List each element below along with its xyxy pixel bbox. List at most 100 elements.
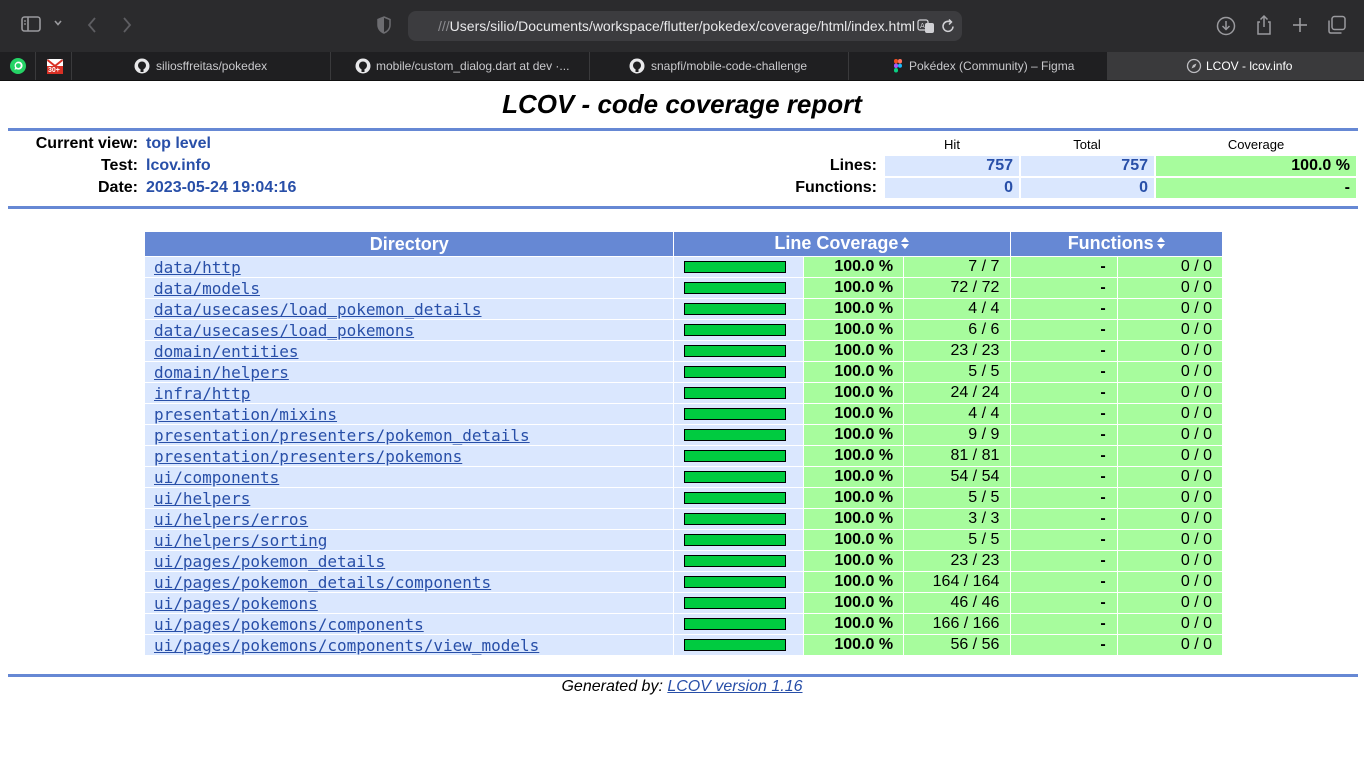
tab-overview-icon[interactable] (1327, 15, 1347, 35)
functions-hit-value: 0 (885, 178, 1019, 198)
forward-arrow-icon[interactable] (121, 16, 133, 34)
test-label: Test: (100, 157, 138, 174)
reload-icon[interactable] (941, 18, 955, 34)
table-row: ui/helpers/erros 100.0 % 3 / 3-0 / 0 (145, 509, 1222, 529)
top-divider (8, 128, 1358, 131)
function-count: 0 / 0 (1117, 551, 1222, 571)
hit-column-header: Hit (944, 137, 960, 152)
coverage-bar-cell (674, 509, 803, 529)
directory-link[interactable]: data/http (154, 258, 241, 277)
directory-link[interactable]: presentation/mixins (154, 405, 337, 424)
github-icon (355, 58, 371, 74)
function-coverage-percent: - (1011, 551, 1117, 571)
share-icon[interactable] (1255, 14, 1273, 36)
lines-coverage-value: 100.0 % (1156, 156, 1356, 176)
directory-link[interactable]: ui/pages/pokemons/components/view_models (154, 636, 539, 655)
coverage-bar (684, 324, 787, 336)
function-coverage-percent: - (1011, 257, 1117, 277)
downloads-icon[interactable] (1216, 16, 1236, 36)
line-count: 46 / 46 (904, 593, 1011, 613)
sort-icon[interactable] (1156, 234, 1166, 255)
coverage-bar-fill (685, 535, 786, 545)
directory-link[interactable]: presentation/presenters/pokemon_details (154, 426, 530, 445)
coverage-bar (684, 387, 787, 399)
address-bar[interactable]: ///Users/silio/Documents/workspace/flutt… (408, 11, 962, 41)
coverage-bar-cell (674, 299, 803, 319)
sort-icon[interactable] (900, 234, 910, 255)
table-row: infra/http 100.0 % 24 / 24-0 / 0 (145, 383, 1222, 403)
directory-link[interactable]: ui/pages/pokemons (154, 594, 318, 613)
functions-column-header[interactable]: Functions (1011, 232, 1222, 256)
coverage-bar (684, 492, 787, 504)
tab-label: snapfi/mobile-code-challenge (651, 59, 808, 73)
line-count: 5 / 5 (904, 530, 1011, 550)
coverage-bar-fill (685, 430, 786, 440)
line-coverage-column-header[interactable]: Line Coverage (674, 232, 1011, 256)
directory-cell: ui/pages/pokemon_details (145, 551, 674, 571)
directory-cell: ui/pages/pokemons/components/view_models (145, 635, 674, 655)
tab-github-custom-dialog[interactable]: mobile/custom_dialog.dart at dev ·... (331, 52, 590, 80)
directory-link[interactable]: ui/helpers/erros (154, 510, 308, 529)
table-row: ui/pages/pokemon_details 100.0 % 23 / 23-0… (145, 551, 1222, 571)
lcov-version-link[interactable]: LCOV version 1.16 (667, 678, 802, 695)
coverage-bar-fill (685, 619, 786, 629)
coverage-bar-fill (685, 262, 786, 272)
line-coverage-percent: 100.0 % (803, 383, 904, 403)
coverage-bar-cell (674, 614, 803, 634)
coverage-bar-cell (674, 530, 803, 550)
table-row: presentation/presenters/pokemon_details 1… (145, 425, 1222, 445)
directory-link[interactable]: domain/entities (154, 342, 299, 361)
tab-lcov-active[interactable]: LCOV - lcov.info (1108, 52, 1364, 80)
function-coverage-percent: - (1011, 530, 1117, 550)
directory-link[interactable]: ui/pages/pokemons/components (154, 615, 424, 634)
function-coverage-percent: - (1011, 593, 1117, 613)
tab-github-pokedex[interactable]: siliosffreitas/pokedex (72, 52, 331, 80)
line-coverage-percent: 100.0 % (803, 278, 904, 298)
function-coverage-percent: - (1011, 299, 1117, 319)
sidebar-toggle-icon[interactable] (21, 16, 41, 32)
directory-link[interactable]: domain/helpers (154, 363, 289, 382)
directory-link[interactable]: infra/http (154, 384, 250, 403)
line-count: 7 / 7 (904, 257, 1011, 277)
line-coverage-percent: 100.0 % (803, 572, 904, 592)
directory-link[interactable]: presentation/presenters/pokemons (154, 447, 462, 466)
function-count: 0 / 0 (1117, 467, 1222, 487)
directory-link[interactable]: ui/helpers (154, 489, 250, 508)
chevron-down-icon[interactable] (53, 16, 63, 30)
function-coverage-percent: - (1011, 572, 1117, 592)
directory-link[interactable]: data/models (154, 279, 260, 298)
pinned-tab-gmail[interactable]: 30+ (36, 52, 72, 80)
directory-link[interactable]: ui/components (154, 468, 279, 487)
function-coverage-percent: - (1011, 488, 1117, 508)
directory-link[interactable]: data/usecases/load_pokemons (154, 321, 414, 340)
coverage-bar (684, 450, 787, 462)
directory-link[interactable]: ui/helpers/sorting (154, 531, 327, 550)
lines-label: Lines: (829, 157, 877, 174)
coverage-bar (684, 471, 787, 483)
tab-label: Pokédex (Community) – Figma (909, 59, 1075, 73)
new-tab-icon[interactable] (1291, 16, 1309, 34)
directory-link[interactable]: ui/pages/pokemon_details (154, 552, 385, 571)
generated-by-text: Generated by: (561, 678, 668, 695)
function-count: 0 / 0 (1117, 488, 1222, 508)
line-count: 5 / 5 (904, 488, 1011, 508)
directory-link[interactable]: ui/pages/pokemon_details/components (154, 573, 491, 592)
translate-icon[interactable]: A (917, 18, 935, 34)
pinned-tab-whatsapp[interactable] (0, 52, 36, 80)
function-count: 0 / 0 (1117, 572, 1222, 592)
tab-label: LCOV - lcov.info (1206, 59, 1293, 73)
table-row: presentation/mixins 100.0 % 4 / 4-0 / 0 (145, 404, 1222, 424)
tab-github-mobile-challenge[interactable]: snapfi/mobile-code-challenge (590, 52, 849, 80)
line-count: 4 / 4 (904, 404, 1011, 424)
privacy-shield-icon[interactable] (377, 16, 391, 34)
line-coverage-percent: 100.0 % (803, 320, 904, 340)
directory-link[interactable]: data/usecases/load_pokemon_details (154, 300, 482, 319)
coverage-bar-fill (685, 514, 786, 524)
coverage-bar-fill (685, 409, 786, 419)
line-count: 54 / 54 (904, 467, 1011, 487)
generated-by-footer: Generated by: LCOV version 1.16 (0, 678, 1364, 696)
function-count: 0 / 0 (1117, 341, 1222, 361)
tab-figma-pokedex[interactable]: Pokédex (Community) – Figma (849, 52, 1108, 80)
back-arrow-icon[interactable] (86, 16, 98, 34)
directory-cell: domain/helpers (145, 362, 674, 382)
